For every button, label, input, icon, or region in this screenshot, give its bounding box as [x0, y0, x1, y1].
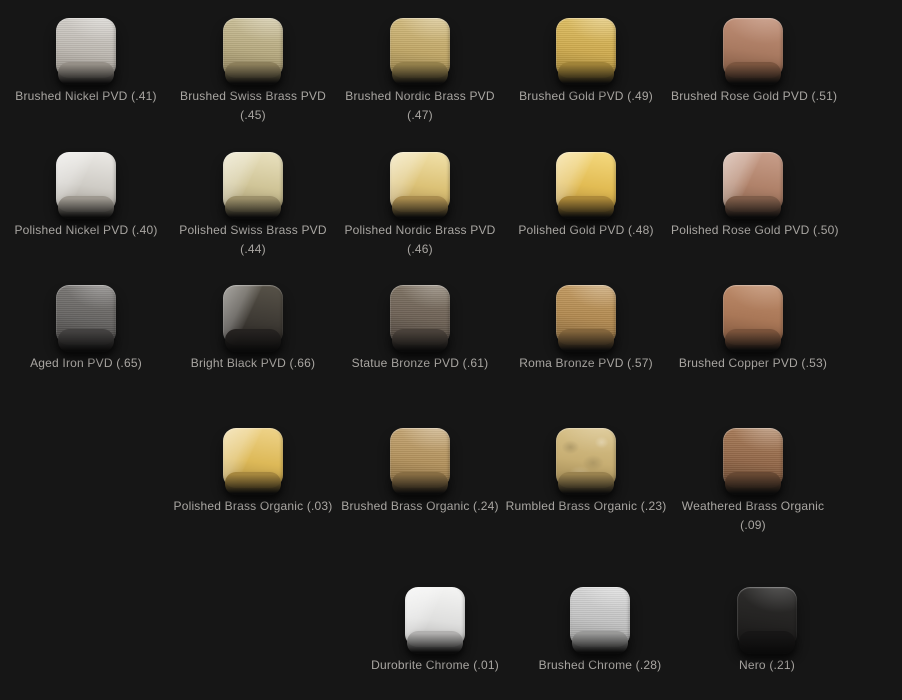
finish-item-brushed-brass-organic[interactable]: Brushed Brass Organic (.24)	[338, 428, 502, 516]
finish-label-line1: Polished Brass Organic (.03)	[171, 497, 335, 516]
finish-item-aged-iron-pvd[interactable]: Aged Iron PVD (.65)	[4, 285, 168, 373]
finish-item-polished-nordic-brass-pvd[interactable]: Polished Nordic Brass PVD (.46)	[338, 152, 502, 259]
swatch-brushed-rose-gold-pvd[interactable]	[723, 18, 783, 78]
finish-item-statue-bronze-pvd[interactable]: Statue Bronze PVD (.61)	[338, 285, 502, 373]
swatch-polished-swiss-brass-pvd[interactable]	[223, 152, 283, 212]
finish-label: Polished Gold PVD (.48)	[504, 221, 668, 240]
finish-label-line1: Bright Black PVD (.66)	[171, 354, 335, 373]
finish-item-brushed-rose-gold-pvd[interactable]: Brushed Rose Gold PVD (.51)	[671, 18, 835, 106]
swatch-polished-brass-organic[interactable]	[223, 428, 283, 488]
finish-label: Rumbled Brass Organic (.23)	[504, 497, 668, 516]
finish-label-line1: Aged Iron PVD (.65)	[4, 354, 168, 373]
swatch-polished-nordic-brass-pvd[interactable]	[390, 152, 450, 212]
swatch-brushed-copper-pvd[interactable]	[723, 285, 783, 345]
finish-label-line1: Polished Nordic Brass PVD	[338, 221, 502, 240]
finish-label: Aged Iron PVD (.65)	[4, 354, 168, 373]
finish-label-line1: Statue Bronze PVD (.61)	[338, 354, 502, 373]
swatch-brushed-nickel-pvd[interactable]	[56, 18, 116, 78]
finish-label: Statue Bronze PVD (.61)	[338, 354, 502, 373]
finish-label-line2: (.47)	[338, 106, 502, 125]
finish-label: Nero (.21)	[685, 656, 849, 675]
swatch-weathered-brass-organic[interactable]	[723, 428, 783, 488]
finish-label-line2: (.44)	[171, 240, 335, 259]
finish-item-bright-black-pvd[interactable]: Bright Black PVD (.66)	[171, 285, 335, 373]
finish-label: Bright Black PVD (.66)	[171, 354, 335, 373]
finish-label: Polished Nickel PVD (.40)	[4, 221, 168, 240]
finish-label-line2: (.45)	[171, 106, 335, 125]
finish-label: Polished Brass Organic (.03)	[171, 497, 335, 516]
finish-item-weathered-brass-organic[interactable]: Weathered Brass Organic (.09)	[671, 428, 835, 535]
swatch-statue-bronze-pvd[interactable]	[390, 285, 450, 345]
finish-label: Durobrite Chrome (.01)	[353, 656, 517, 675]
finish-label-line1: Brushed Nordic Brass PVD	[338, 87, 502, 106]
finish-label: Brushed Nickel PVD (.41)	[4, 87, 168, 106]
swatch-bright-black-pvd[interactable]	[223, 285, 283, 345]
finish-item-rumbled-brass-organic[interactable]: Rumbled Brass Organic (.23)	[504, 428, 668, 516]
finish-label-line1: Brushed Chrome (.28)	[518, 656, 682, 675]
finish-grid: Brushed Nickel PVD (.41) Brushed Swiss B…	[0, 0, 902, 700]
finish-label: Roma Bronze PVD (.57)	[504, 354, 668, 373]
finish-item-brushed-copper-pvd[interactable]: Brushed Copper PVD (.53)	[671, 285, 835, 373]
swatch-rumbled-brass-organic[interactable]	[556, 428, 616, 488]
swatch-brushed-chrome[interactable]	[570, 587, 630, 647]
finish-item-polished-rose-gold-pvd[interactable]: Polished Rose Gold PVD (.50)	[671, 152, 835, 240]
finish-label: Polished Rose Gold PVD (.50)	[671, 221, 835, 240]
finish-item-brushed-swiss-brass-pvd[interactable]: Brushed Swiss Brass PVD (.45)	[171, 18, 335, 125]
finish-label: Brushed Copper PVD (.53)	[671, 354, 835, 373]
swatch-aged-iron-pvd[interactable]	[56, 285, 116, 345]
finish-item-polished-brass-organic[interactable]: Polished Brass Organic (.03)	[171, 428, 335, 516]
swatch-brushed-brass-organic[interactable]	[390, 428, 450, 488]
finish-item-durobrite-chrome[interactable]: Durobrite Chrome (.01)	[353, 587, 517, 675]
swatch-durobrite-chrome[interactable]	[405, 587, 465, 647]
finish-label-line1: Polished Rose Gold PVD (.50)	[671, 221, 835, 240]
finish-item-brushed-chrome[interactable]: Brushed Chrome (.28)	[518, 587, 682, 675]
finish-label: Weathered Brass Organic (.09)	[671, 497, 835, 535]
finish-label: Brushed Nordic Brass PVD (.47)	[338, 87, 502, 125]
finish-label: Brushed Brass Organic (.24)	[338, 497, 502, 516]
swatch-polished-rose-gold-pvd[interactable]	[723, 152, 783, 212]
finish-label: Brushed Rose Gold PVD (.51)	[671, 87, 835, 106]
finish-label: Polished Swiss Brass PVD (.44)	[171, 221, 335, 259]
finish-label-line1: Brushed Brass Organic (.24)	[338, 497, 502, 516]
finish-label-line1: Roma Bronze PVD (.57)	[504, 354, 668, 373]
finish-label-line1: Weathered Brass Organic	[671, 497, 835, 516]
finish-label: Brushed Swiss Brass PVD (.45)	[171, 87, 335, 125]
finish-item-roma-bronze-pvd[interactable]: Roma Bronze PVD (.57)	[504, 285, 668, 373]
finish-label-line1: Nero (.21)	[685, 656, 849, 675]
finish-item-brushed-nickel-pvd[interactable]: Brushed Nickel PVD (.41)	[4, 18, 168, 106]
finish-label-line1: Brushed Swiss Brass PVD	[171, 87, 335, 106]
finish-item-polished-nickel-pvd[interactable]: Polished Nickel PVD (.40)	[4, 152, 168, 240]
finish-item-brushed-gold-pvd[interactable]: Brushed Gold PVD (.49)	[504, 18, 668, 106]
swatch-brushed-gold-pvd[interactable]	[556, 18, 616, 78]
finish-item-polished-swiss-brass-pvd[interactable]: Polished Swiss Brass PVD (.44)	[171, 152, 335, 259]
swatch-brushed-swiss-brass-pvd[interactable]	[223, 18, 283, 78]
finish-label-line1: Polished Nickel PVD (.40)	[4, 221, 168, 240]
swatch-polished-nickel-pvd[interactable]	[56, 152, 116, 212]
finish-label-line1: Durobrite Chrome (.01)	[353, 656, 517, 675]
swatch-brushed-nordic-brass-pvd[interactable]	[390, 18, 450, 78]
finish-label: Polished Nordic Brass PVD (.46)	[338, 221, 502, 259]
finish-label-line1: Polished Gold PVD (.48)	[504, 221, 668, 240]
finish-label: Brushed Chrome (.28)	[518, 656, 682, 675]
finish-label-line1: Rumbled Brass Organic (.23)	[504, 497, 668, 516]
finish-label-line1: Brushed Copper PVD (.53)	[671, 354, 835, 373]
finish-item-brushed-nordic-brass-pvd[interactable]: Brushed Nordic Brass PVD (.47)	[338, 18, 502, 125]
finish-item-nero[interactable]: Nero (.21)	[685, 587, 849, 675]
finish-label-line1: Brushed Rose Gold PVD (.51)	[671, 87, 835, 106]
swatch-polished-gold-pvd[interactable]	[556, 152, 616, 212]
finish-label-line1: Brushed Gold PVD (.49)	[504, 87, 668, 106]
finish-label-line2: (.09)	[671, 516, 835, 535]
finish-label-line1: Polished Swiss Brass PVD	[171, 221, 335, 240]
finish-label: Brushed Gold PVD (.49)	[504, 87, 668, 106]
finish-item-polished-gold-pvd[interactable]: Polished Gold PVD (.48)	[504, 152, 668, 240]
swatch-roma-bronze-pvd[interactable]	[556, 285, 616, 345]
finish-label-line2: (.46)	[338, 240, 502, 259]
swatch-nero[interactable]	[737, 587, 797, 647]
finish-label-line1: Brushed Nickel PVD (.41)	[4, 87, 168, 106]
